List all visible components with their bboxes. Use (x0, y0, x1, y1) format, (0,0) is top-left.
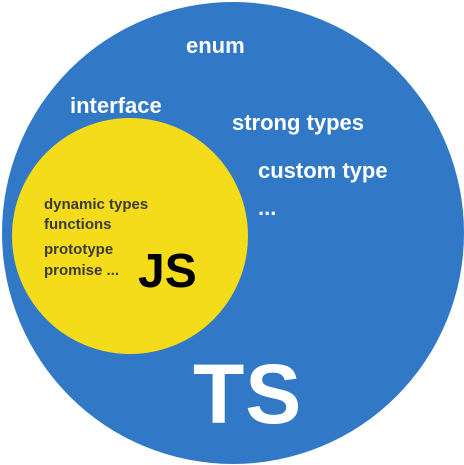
ts-feature-strong-types: strong types (232, 110, 365, 135)
ts-feature-custom-type: custom type (258, 158, 388, 183)
js-feature-promise: promise ... (44, 262, 120, 279)
ts-logo: TS (193, 347, 303, 441)
js-feature-functions: functions (44, 216, 112, 233)
js-feature-dynamic-types: dynamic types (44, 196, 149, 213)
js-logo: JS (138, 245, 197, 298)
js-feature-prototype: prototype (44, 241, 114, 258)
ts-feature-ellipsis: ... (258, 195, 277, 220)
js-circle (12, 118, 248, 354)
ts-feature-interface: interface (70, 93, 162, 118)
ts-feature-enum: enum (186, 33, 245, 58)
venn-diagram: enum interface strong types custom type … (0, 0, 464, 465)
